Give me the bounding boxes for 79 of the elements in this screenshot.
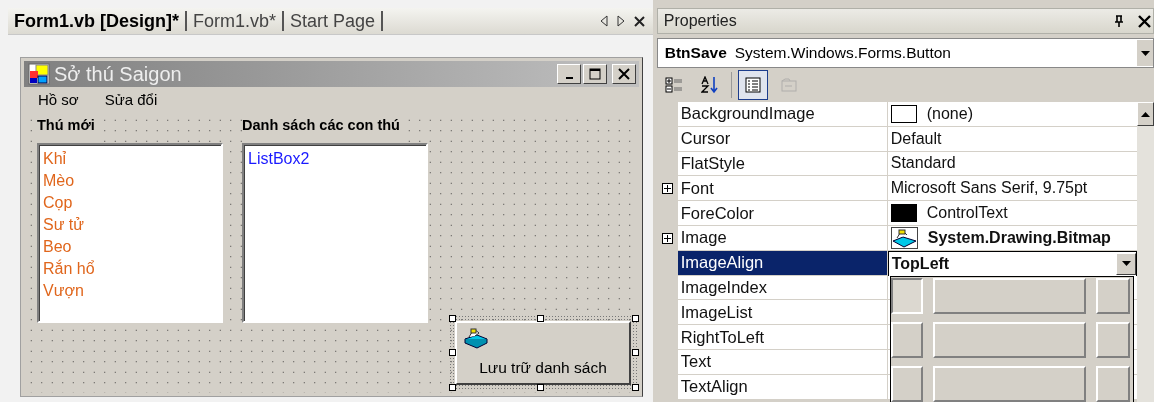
app-icon: [28, 63, 50, 85]
value-cell[interactable]: Microsoft Sans Serif, 9.75pt: [887, 176, 1137, 202]
resize-handle[interactable]: [632, 349, 639, 356]
property-name[interactable]: Font: [677, 176, 888, 202]
object-selector[interactable]: BtnSave System.Windows.Forms.Button: [656, 38, 1154, 68]
resize-handle[interactable]: [449, 349, 456, 356]
menu-item[interactable]: Sửa đổi: [104, 91, 158, 113]
value-cell[interactable]: Default: [887, 126, 1137, 152]
property-name[interactable]: BackgroundImage: [677, 102, 888, 127]
panel-title: Properties: [663, 12, 738, 30]
property-row[interactable]: ForeColor ControlText: [656, 201, 1137, 226]
value-cell[interactable]: Standard: [887, 151, 1137, 177]
property-value[interactable]: (none): [926, 104, 973, 123]
property-name[interactable]: ImageList: [677, 300, 888, 326]
resize-handle[interactable]: [449, 315, 456, 322]
close-button[interactable]: [612, 64, 636, 84]
resize-handle[interactable]: [537, 384, 544, 391]
resize-handle[interactable]: [632, 315, 639, 322]
pin-icon[interactable]: [1114, 14, 1124, 28]
close-icon[interactable]: [1138, 14, 1151, 28]
dropdown-button[interactable]: [1116, 252, 1136, 275]
property-name[interactable]: ImageIndex: [677, 275, 888, 301]
value-cell[interactable]: TopLeft: [887, 250, 1137, 276]
property-row[interactable]: BackgroundImage (none): [656, 102, 1137, 127]
maximize-icon: [589, 68, 601, 80]
property-value[interactable]: Default: [890, 129, 942, 148]
list-box[interactable]: ListBox2: [242, 143, 428, 323]
list-item[interactable]: Beo: [43, 236, 217, 258]
property-row[interactable]: ImageAlign TopLeft: [656, 250, 1137, 276]
property-name[interactable]: RightToLeft: [677, 325, 888, 350]
scroll-right-icon[interactable]: [616, 15, 625, 27]
minimize-icon: [565, 77, 573, 79]
alignment-option[interactable]: [890, 278, 923, 314]
property-name[interactable]: Cursor: [677, 126, 888, 152]
document-tab[interactable]: Form1.vb*: [187, 11, 285, 31]
property-name[interactable]: Text: [677, 349, 888, 375]
property-row[interactable]: FlatStyle Standard: [656, 151, 1137, 177]
property-value[interactable]: Standard: [890, 154, 956, 173]
toolbox-icon: [463, 327, 489, 349]
menu-item[interactable]: Hồ sơ: [38, 91, 79, 113]
value-cell[interactable]: (none): [887, 102, 1137, 127]
scroll-left-icon[interactable]: [599, 15, 608, 27]
list-icon[interactable]: [737, 70, 768, 100]
close-icon[interactable]: [633, 15, 645, 27]
list-item[interactable]: Vượn: [43, 280, 217, 302]
property-value[interactable]: TopLeft: [891, 254, 1106, 273]
caret-icon: [1140, 50, 1150, 56]
property-value[interactable]: System.Drawing.Bitmap: [927, 228, 1111, 247]
property-value[interactable]: ControlText: [926, 204, 1008, 223]
document-tab[interactable]: Form1.vb [Design]*: [8, 11, 188, 31]
property-name[interactable]: FlatStyle: [677, 151, 888, 177]
maximize-button[interactable]: [583, 64, 607, 84]
expand-icon[interactable]: [661, 183, 673, 195]
document-tab[interactable]: Start Page: [284, 11, 384, 31]
list-item[interactable]: Cọp: [43, 192, 217, 214]
list-item[interactable]: Khỉ: [43, 148, 217, 170]
minimize-button[interactable]: [557, 64, 581, 84]
property-name[interactable]: TextAlign: [677, 374, 888, 400]
property-value[interactable]: Microsoft Sans Serif, 9.75pt: [890, 179, 1088, 198]
resize-handle[interactable]: [537, 315, 544, 322]
list-item[interactable]: ListBox2: [248, 148, 422, 170]
list-box[interactable]: Khỉ Mèo Cọp Sư tử Beo Rắn hổ Vượn: [37, 143, 223, 323]
scrollbar[interactable]: [1137, 102, 1154, 402]
close-icon: [618, 68, 630, 80]
window-title: Sở thú Saigon: [54, 62, 183, 86]
property-name[interactable]: ForeColor: [677, 201, 888, 226]
property-row[interactable]: Cursor Default: [656, 126, 1137, 152]
property-name[interactable]: ImageAlign: [677, 250, 888, 276]
resize-handle[interactable]: [632, 384, 639, 391]
caret-icon: [1121, 261, 1131, 267]
image-thumbnail-icon: [890, 226, 918, 249]
save-button[interactable]: Lưu trữ danh sách: [455, 321, 631, 385]
list-item[interactable]: Sư tử: [43, 214, 217, 236]
property-name[interactable]: Image: [677, 226, 888, 251]
value-cell[interactable]: ControlText: [887, 201, 1137, 226]
expand-icon[interactable]: [661, 232, 673, 244]
scroll-up-icon[interactable]: [1141, 111, 1150, 117]
resize-handle[interactable]: [449, 384, 456, 391]
value-cell[interactable]: System.Drawing.Bitmap: [887, 226, 1137, 251]
